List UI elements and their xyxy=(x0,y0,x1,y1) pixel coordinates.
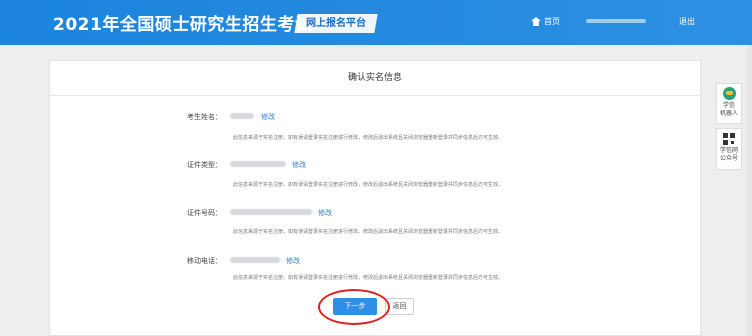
platform-label: 网上报名平台 xyxy=(306,18,366,29)
field-label-name: 考生姓名： xyxy=(187,113,222,121)
edit-id-number-link[interactable]: 修改 xyxy=(318,208,332,218)
robot-label-1: 学信 xyxy=(722,102,735,109)
field-note: 此信息来源于实名注册，如有误请登录实名注册进行修改，修改后退出系统且关闭浏览器重… xyxy=(233,182,504,188)
name-value-blurred xyxy=(230,113,254,119)
qr-code-icon xyxy=(723,133,735,145)
robot-widget[interactable]: 学信 机器人 xyxy=(716,83,742,124)
mobile-value-blurred xyxy=(230,257,280,263)
field-note: 此信息来源于实名注册，如有误请登录实名注册进行修改，修改后退出系统且关闭浏览器重… xyxy=(233,229,504,235)
logout-link[interactable]: 退出 xyxy=(679,16,695,27)
field-note: 此信息来源于实名注册，如有误请登录实名注册进行修改，修改后退出系统且关闭浏览器重… xyxy=(233,275,504,281)
platform-badge: 网上报名平台 xyxy=(294,14,378,33)
wechat-widget[interactable]: 学信网 公众号 xyxy=(716,128,742,170)
wechat-label-1: 学信网 xyxy=(719,147,738,154)
wechat-label-2: 公众号 xyxy=(719,155,738,162)
home-icon xyxy=(531,17,541,26)
home-label: 首页 xyxy=(544,17,560,26)
card-title: 确认实名信息 xyxy=(50,61,700,96)
field-label-id-number: 证件号码： xyxy=(187,209,222,217)
field-label-id-type: 证件类型： xyxy=(187,161,222,169)
highlight-circle xyxy=(318,289,390,325)
home-link[interactable]: 首页 xyxy=(531,16,560,27)
robot-icon xyxy=(722,87,736,100)
top-header: 2021年全国硕士研究生招生考试 网上报名平台 首页 退出 xyxy=(0,0,752,45)
field-note: 此信息来源于实名注册，如有误请登录实名注册进行修改，修改后退出系统且关闭浏览器重… xyxy=(233,135,504,141)
edit-name-link[interactable]: 修改 xyxy=(261,112,275,122)
field-label-mobile: 移动电话： xyxy=(187,257,222,265)
edit-id-type-link[interactable]: 修改 xyxy=(292,160,306,170)
id-number-value-blurred xyxy=(230,209,312,215)
page-scrollbar[interactable] xyxy=(747,45,752,336)
robot-label-2: 机器人 xyxy=(719,110,738,117)
user-name-blurred xyxy=(586,19,646,23)
exam-title: 2021年全国硕士研究生招生考试 xyxy=(53,15,313,35)
edit-mobile-link[interactable]: 修改 xyxy=(286,256,300,266)
id-type-value-blurred xyxy=(230,161,286,167)
